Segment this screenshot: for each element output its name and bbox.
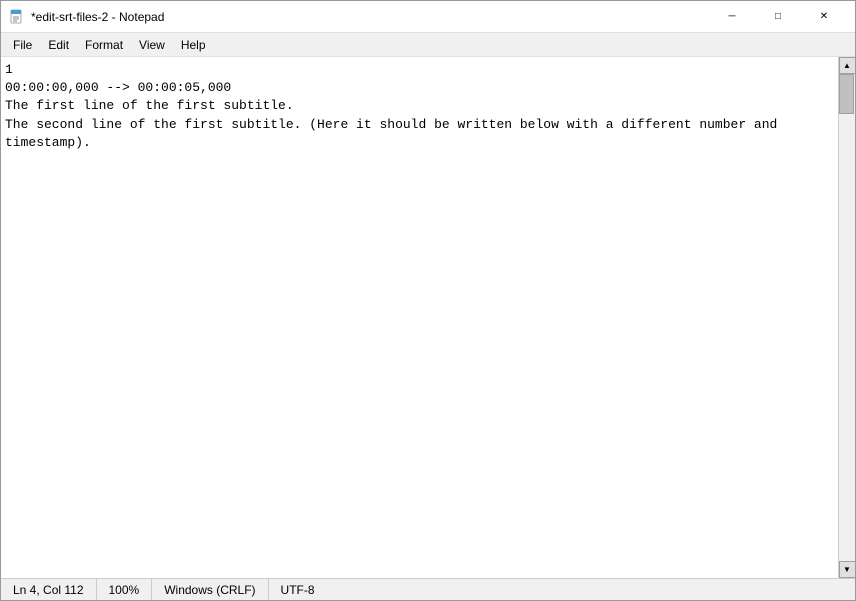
minimize-button[interactable]: ─ [709, 1, 755, 33]
main-window: *edit-srt-files-2 - Notepad ─ □ ✕ File E… [0, 0, 856, 601]
encoding: UTF-8 [269, 579, 327, 600]
app-icon [9, 9, 25, 25]
menu-file[interactable]: File [5, 35, 40, 55]
menu-bar: File Edit Format View Help [1, 33, 855, 57]
menu-view[interactable]: View [131, 35, 173, 55]
line-ending: Windows (CRLF) [152, 579, 268, 600]
window-controls: ─ □ ✕ [709, 1, 847, 33]
cursor-position: Ln 4, Col 112 [1, 579, 97, 600]
editor-area: 1 00:00:00,000 --> 00:00:05,000 The firs… [1, 57, 855, 578]
title-bar: *edit-srt-files-2 - Notepad ─ □ ✕ [1, 1, 855, 33]
menu-help[interactable]: Help [173, 35, 214, 55]
maximize-button[interactable]: □ [755, 1, 801, 33]
text-editor[interactable]: 1 00:00:00,000 --> 00:00:05,000 The firs… [1, 57, 838, 578]
window-title: *edit-srt-files-2 - Notepad [31, 10, 709, 24]
vertical-scrollbar[interactable]: ▲ ▼ [838, 57, 855, 578]
scroll-up-button[interactable]: ▲ [839, 57, 856, 74]
status-bar: Ln 4, Col 112 100% Windows (CRLF) UTF-8 [1, 578, 855, 600]
menu-format[interactable]: Format [77, 35, 131, 55]
scroll-track[interactable] [839, 74, 855, 561]
zoom-level: 100% [97, 579, 153, 600]
scroll-thumb[interactable] [839, 74, 854, 114]
menu-edit[interactable]: Edit [40, 35, 77, 55]
close-button[interactable]: ✕ [801, 1, 847, 33]
scroll-down-button[interactable]: ▼ [839, 561, 856, 578]
